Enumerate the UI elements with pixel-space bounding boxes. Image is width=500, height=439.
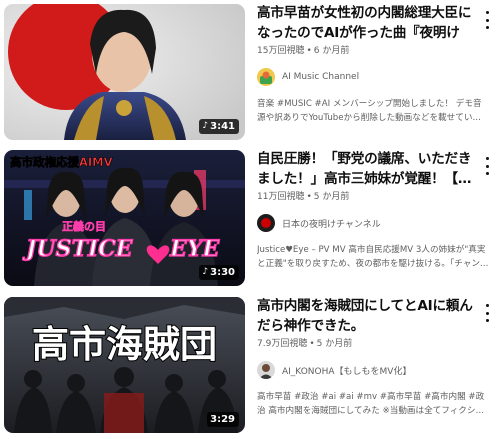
channel-row[interactable]: AI Music Channel (257, 67, 483, 87)
video-thumbnail[interactable]: 高市海賊団 3:29 (4, 297, 245, 433)
channel-avatar[interactable] (257, 361, 275, 379)
video-thumbnail[interactable]: ♪ 3:41 (4, 4, 245, 140)
video-title[interactable]: 自民圧勝！「野党の議席、いただきました！」高市三姉妹が覚醒！【… (257, 150, 483, 189)
more-vert-icon[interactable] (480, 156, 494, 176)
video-meta: 7.9万回視聴 • 5 か月前 (257, 339, 353, 349)
video-info: 高市早苗が女性初の内閣総理大臣になったのでAIが作った曲『夜明け 15万回視聴 •… (257, 4, 483, 125)
video-description: 音楽 #MUSIC #AI メンバーシップ開始しました！ デモ音源や訳ありでYo… (257, 99, 482, 123)
thumb-caption-title: 高市海賊団 (32, 322, 217, 366)
video-duration-badge: ♪ 3:30 (199, 265, 239, 280)
video-description: Justice♥Eye – PV MV 高市自民応援MV 3人の姉妹が"真実と正… (257, 245, 489, 269)
view-count: 11万回視聴 (257, 192, 305, 202)
video-meta: 11万回視聴 • 5 か月前 (257, 192, 350, 202)
duration-text: 3:41 (210, 121, 235, 132)
channel-row[interactable]: 日本の夜明けチャンネル (257, 213, 483, 233)
video-duration-badge: 3:29 (207, 412, 239, 427)
shorts-icon: ♪ (202, 267, 209, 277)
channel-avatar[interactable] (257, 68, 275, 86)
video-title[interactable]: 高市早苗が女性初の内閣総理大臣になったのでAIが作った曲『夜明け (257, 4, 483, 43)
video-item[interactable]: ♪ 3:41 高市早苗が女性初の内閣総理大臣になったのでAIが作った曲『夜明け … (0, 4, 500, 142)
more-vert-icon[interactable] (480, 10, 494, 30)
channel-row[interactable]: AI_KONOHA【もしもをMV化】 (257, 360, 483, 380)
thumb-caption-justice: JUSTICE (22, 236, 134, 262)
video-title[interactable]: 高市内閣を海賊団にしてとAIに頼んだら神作できた。 (257, 297, 483, 336)
video-item[interactable]: 高市政権応援AIMV 正義の目 JUSTICE EYE ♪ 3:30 自民圧勝！… (0, 150, 500, 288)
video-description: 高市早苗 #政治 #ai #ai #mv #高市早苗 #高市内閣 #政治 高市内… (257, 392, 485, 416)
video-thumbnail[interactable]: 高市政権応援AIMV 正義の目 JUSTICE EYE ♪ 3:30 (4, 150, 245, 286)
upload-age: 5 か月前 (316, 339, 353, 349)
duration-text: 3:30 (210, 267, 235, 278)
thumb-caption-top: 高市政権応援AIMV (10, 155, 113, 169)
view-count: 7.9万回視聴 (257, 339, 308, 349)
shorts-icon: ♪ (202, 121, 209, 131)
video-info: 高市内閣を海賊団にしてとAIに頼んだら神作できた。 7.9万回視聴 • 5 か月前 … (257, 297, 484, 418)
video-list: ♪ 3:41 高市早苗が女性初の内閣総理大臣になったのでAIが作った曲『夜明け … (0, 0, 500, 439)
video-item[interactable]: 高市海賊団 3:29 高市内閣を海賊団にしてとAIに頼んだら神作できた。 7.9… (0, 297, 500, 435)
upload-age: 6 か月前 (313, 46, 350, 56)
channel-name[interactable]: AI_KONOHA【もしもをMV化】 (282, 364, 411, 377)
upload-age: 5 か月前 (313, 192, 350, 202)
channel-avatar[interactable] (257, 214, 275, 232)
more-vert-icon[interactable] (480, 303, 494, 323)
view-count: 15万回視聴 (257, 46, 305, 56)
video-meta: 15万回視聴 • 6 か月前 (257, 46, 350, 56)
channel-name[interactable]: AI Music Channel (282, 72, 359, 82)
video-duration-badge: ♪ 3:41 (199, 119, 239, 134)
video-info: 自民圧勝！「野党の議席、いただきました！」高市三姉妹が覚醒！【… 11万回視聴 •… (257, 150, 488, 271)
thumb-caption-sub: 正義の目 (62, 219, 106, 233)
channel-name[interactable]: 日本の夜明けチャンネル (282, 217, 381, 230)
duration-text: 3:29 (210, 414, 235, 425)
thumb-caption-eye: EYE (169, 236, 220, 262)
